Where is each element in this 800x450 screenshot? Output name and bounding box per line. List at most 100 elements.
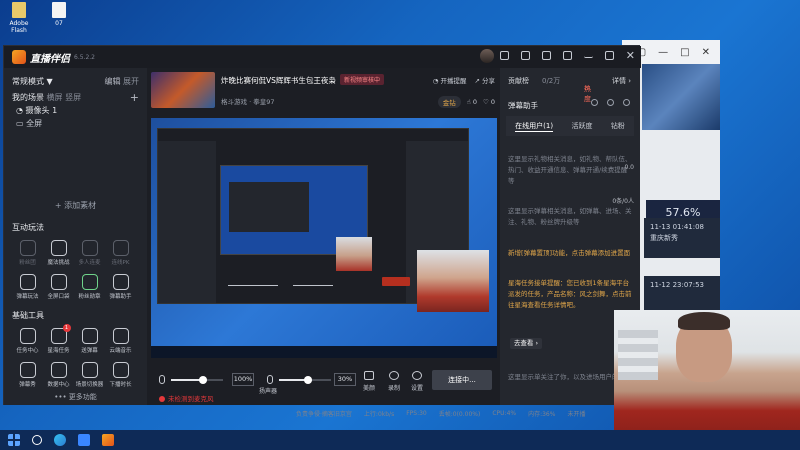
basic-tools-grid: 任务中心 1 星海任务 送弹幕 云端音乐 弹幕秀 数据中心 场景切换器 下播时长 (12, 324, 139, 390)
maximize-button[interactable] (604, 51, 614, 60)
app-version: 6.5.2.2 (74, 53, 95, 61)
edit-link[interactable]: 编辑 (104, 77, 120, 86)
user-avatar[interactable] (480, 49, 494, 63)
tab-my-scenes[interactable]: 我的场景 (12, 93, 44, 102)
store-icon[interactable] (78, 434, 90, 446)
tool-pk[interactable]: 连线PK (105, 238, 136, 268)
detail-link[interactable]: 详情 › (612, 76, 631, 86)
headset-icon[interactable] (520, 51, 530, 60)
tool-cloud-music[interactable]: 云端音乐 (105, 326, 136, 356)
pin-feature-notice[interactable]: 新增[弹幕置顶]功能，点击弹幕添加进置面 (508, 248, 632, 259)
interactive-section-title: 互动玩法 (12, 223, 44, 232)
tool-pocket[interactable]: 全屏口袋 (43, 272, 74, 302)
bg-close-button[interactable]: ✕ (702, 47, 710, 58)
beauty-button[interactable]: 美颜 (363, 371, 375, 392)
preview-camera (417, 250, 489, 312)
scene-item-fullscreen[interactable]: ▭ 全屏 (12, 117, 139, 130)
diamond-chip[interactable]: 金钻 (437, 96, 461, 108)
go-look-button[interactable]: 去查看 › (510, 338, 542, 349)
audience-tabs: 在线用户(1) 活跃度 钻粉 (506, 116, 634, 136)
record-button[interactable]: 录制 (388, 371, 400, 392)
gear-icon (412, 371, 422, 380)
task-icon (19, 328, 36, 344)
music-icon (112, 328, 129, 344)
expand-link[interactable]: 展开 (123, 77, 139, 86)
stream-preview[interactable] (151, 118, 497, 358)
app-logo: 直播伴侣 6.5.2.2 (4, 50, 95, 65)
add-scene-button[interactable]: + (130, 91, 139, 104)
message-icon[interactable] (499, 51, 509, 60)
menu-icon[interactable] (562, 51, 572, 60)
room-title[interactable]: 炸晚比赛何侃VS辉辉书生包王夜枭 (221, 75, 336, 86)
audio-mixer: 100% 30% 扬声器 美颜 录制 设置 连接中... 未检测到麦克风 (151, 366, 497, 404)
close-button[interactable]: ✕ (626, 50, 635, 61)
tool-fans[interactable]: 粉丝团 (12, 238, 43, 268)
tool-multi-mic[interactable]: 多人连麦 (74, 238, 105, 268)
go-live-button[interactable]: 连接中... (432, 370, 492, 390)
danmaku-notice: 这里显示弹幕相关消息，如弹幕、进场、关注、礼物、粉丝牌升级等 (508, 207, 632, 226)
tool-magic[interactable]: 魔法挑战 (43, 238, 74, 268)
start-icon[interactable] (8, 434, 20, 446)
notification-badge: 1 (62, 324, 71, 332)
minimize-button[interactable] (583, 53, 593, 58)
desktop-icon-flash[interactable]: Adobe Flash (2, 2, 36, 34)
tool-data-center[interactable]: 数据中心 (43, 360, 74, 390)
star-task-notice[interactable]: 星海任务接单提醒：您已收到1条星海平台派发的任务，产品名称：风之剑舞，点击前往星… (508, 278, 632, 311)
logo-mark-icon (12, 50, 26, 64)
tool-danmaku-play[interactable]: 弹幕玩法 (12, 272, 43, 302)
document-icon (52, 2, 66, 18)
tab-portrait[interactable]: 竖屏 (65, 93, 81, 102)
mic-volume-slider[interactable] (171, 376, 223, 384)
live-app-icon[interactable] (102, 434, 114, 446)
fans-icon (19, 240, 36, 256)
add-material-button[interactable]: + 添加素材 (12, 200, 139, 214)
microphone-icon[interactable] (159, 375, 165, 384)
tool-scene-switcher[interactable]: 场景切换器 (74, 360, 105, 390)
danmaku-helper-icon (112, 274, 129, 290)
tool-end-timer[interactable]: 下播时长 (105, 360, 136, 390)
share-button[interactable]: ↗ 分享 (474, 75, 495, 85)
room-category[interactable]: 格斗游戏 · 拳皇97 (221, 96, 274, 106)
tool-danmaku-show[interactable]: 弹幕秀 (12, 360, 43, 390)
mode-dropdown[interactable]: 常规模式 ▼ (12, 76, 53, 87)
more-features-button[interactable]: ••• 更多功能 (12, 392, 139, 402)
speaker-volume-slider[interactable] (279, 376, 331, 384)
tool-task-center[interactable]: 任务中心 (12, 326, 43, 356)
settings-button[interactable]: 设置 (411, 371, 423, 392)
window-controls: ✕ (499, 50, 635, 61)
app-titlebar: 直播伴侣 6.5.2.2 ✕ (4, 46, 641, 68)
scene-item-camera[interactable]: ◔ 摄像头 1 (12, 104, 139, 117)
tab-online-users[interactable]: 在线用户(1) (515, 121, 554, 132)
room-cover[interactable] (151, 72, 215, 108)
remind-button[interactable]: ◔ 开播提醒 (433, 75, 467, 85)
send-danmaku-icon (81, 328, 98, 344)
search-icon[interactable] (32, 435, 42, 445)
popout-icon[interactable] (623, 99, 630, 106)
tab-activity[interactable]: 活跃度 (571, 121, 592, 131)
review-tag: 新视频审核中 (340, 74, 385, 85)
multi-mic-icon (81, 240, 98, 256)
tool-send-danmaku[interactable]: 送弹幕 (74, 326, 105, 356)
left-panel: 常规模式 ▼ 编辑 展开 我的场景 横屏 竖屏 + ◔ 摄像头 1 ▭ 全屏 +… (4, 68, 147, 405)
filter-icon[interactable] (591, 99, 598, 106)
camera-icon: ◔ (16, 106, 26, 115)
tab-diamond-fans[interactable]: 钻粉 (611, 121, 625, 131)
tab-landscape[interactable]: 横屏 (47, 93, 63, 102)
gear-icon[interactable] (607, 99, 614, 106)
bg-maximize-button[interactable]: □ (680, 47, 689, 58)
preview-camera-small (336, 237, 372, 271)
skin-icon[interactable] (541, 51, 551, 60)
like-count: ☝ 0 (466, 98, 477, 106)
tool-star-task[interactable]: 1 星海任务 (43, 324, 74, 356)
tool-danmaku-helper[interactable]: 弹幕助手 (105, 272, 136, 302)
webcam-overlay[interactable] (614, 310, 800, 450)
speaker-icon[interactable] (267, 375, 273, 384)
bg-row[interactable]: 11-13 01:41:08 重庆新秀 (644, 218, 720, 258)
bg-minimize-button[interactable]: — (658, 47, 668, 58)
edge-icon[interactable] (54, 434, 66, 446)
beauty-icon (364, 371, 374, 380)
contribution-rank[interactable]: 贡献榜 (508, 76, 529, 86)
tool-medal[interactable]: 粉丝勋章 (74, 272, 105, 302)
gift-count: 0.0 (624, 164, 634, 171)
desktop-icon-07[interactable]: 07 (42, 2, 76, 27)
